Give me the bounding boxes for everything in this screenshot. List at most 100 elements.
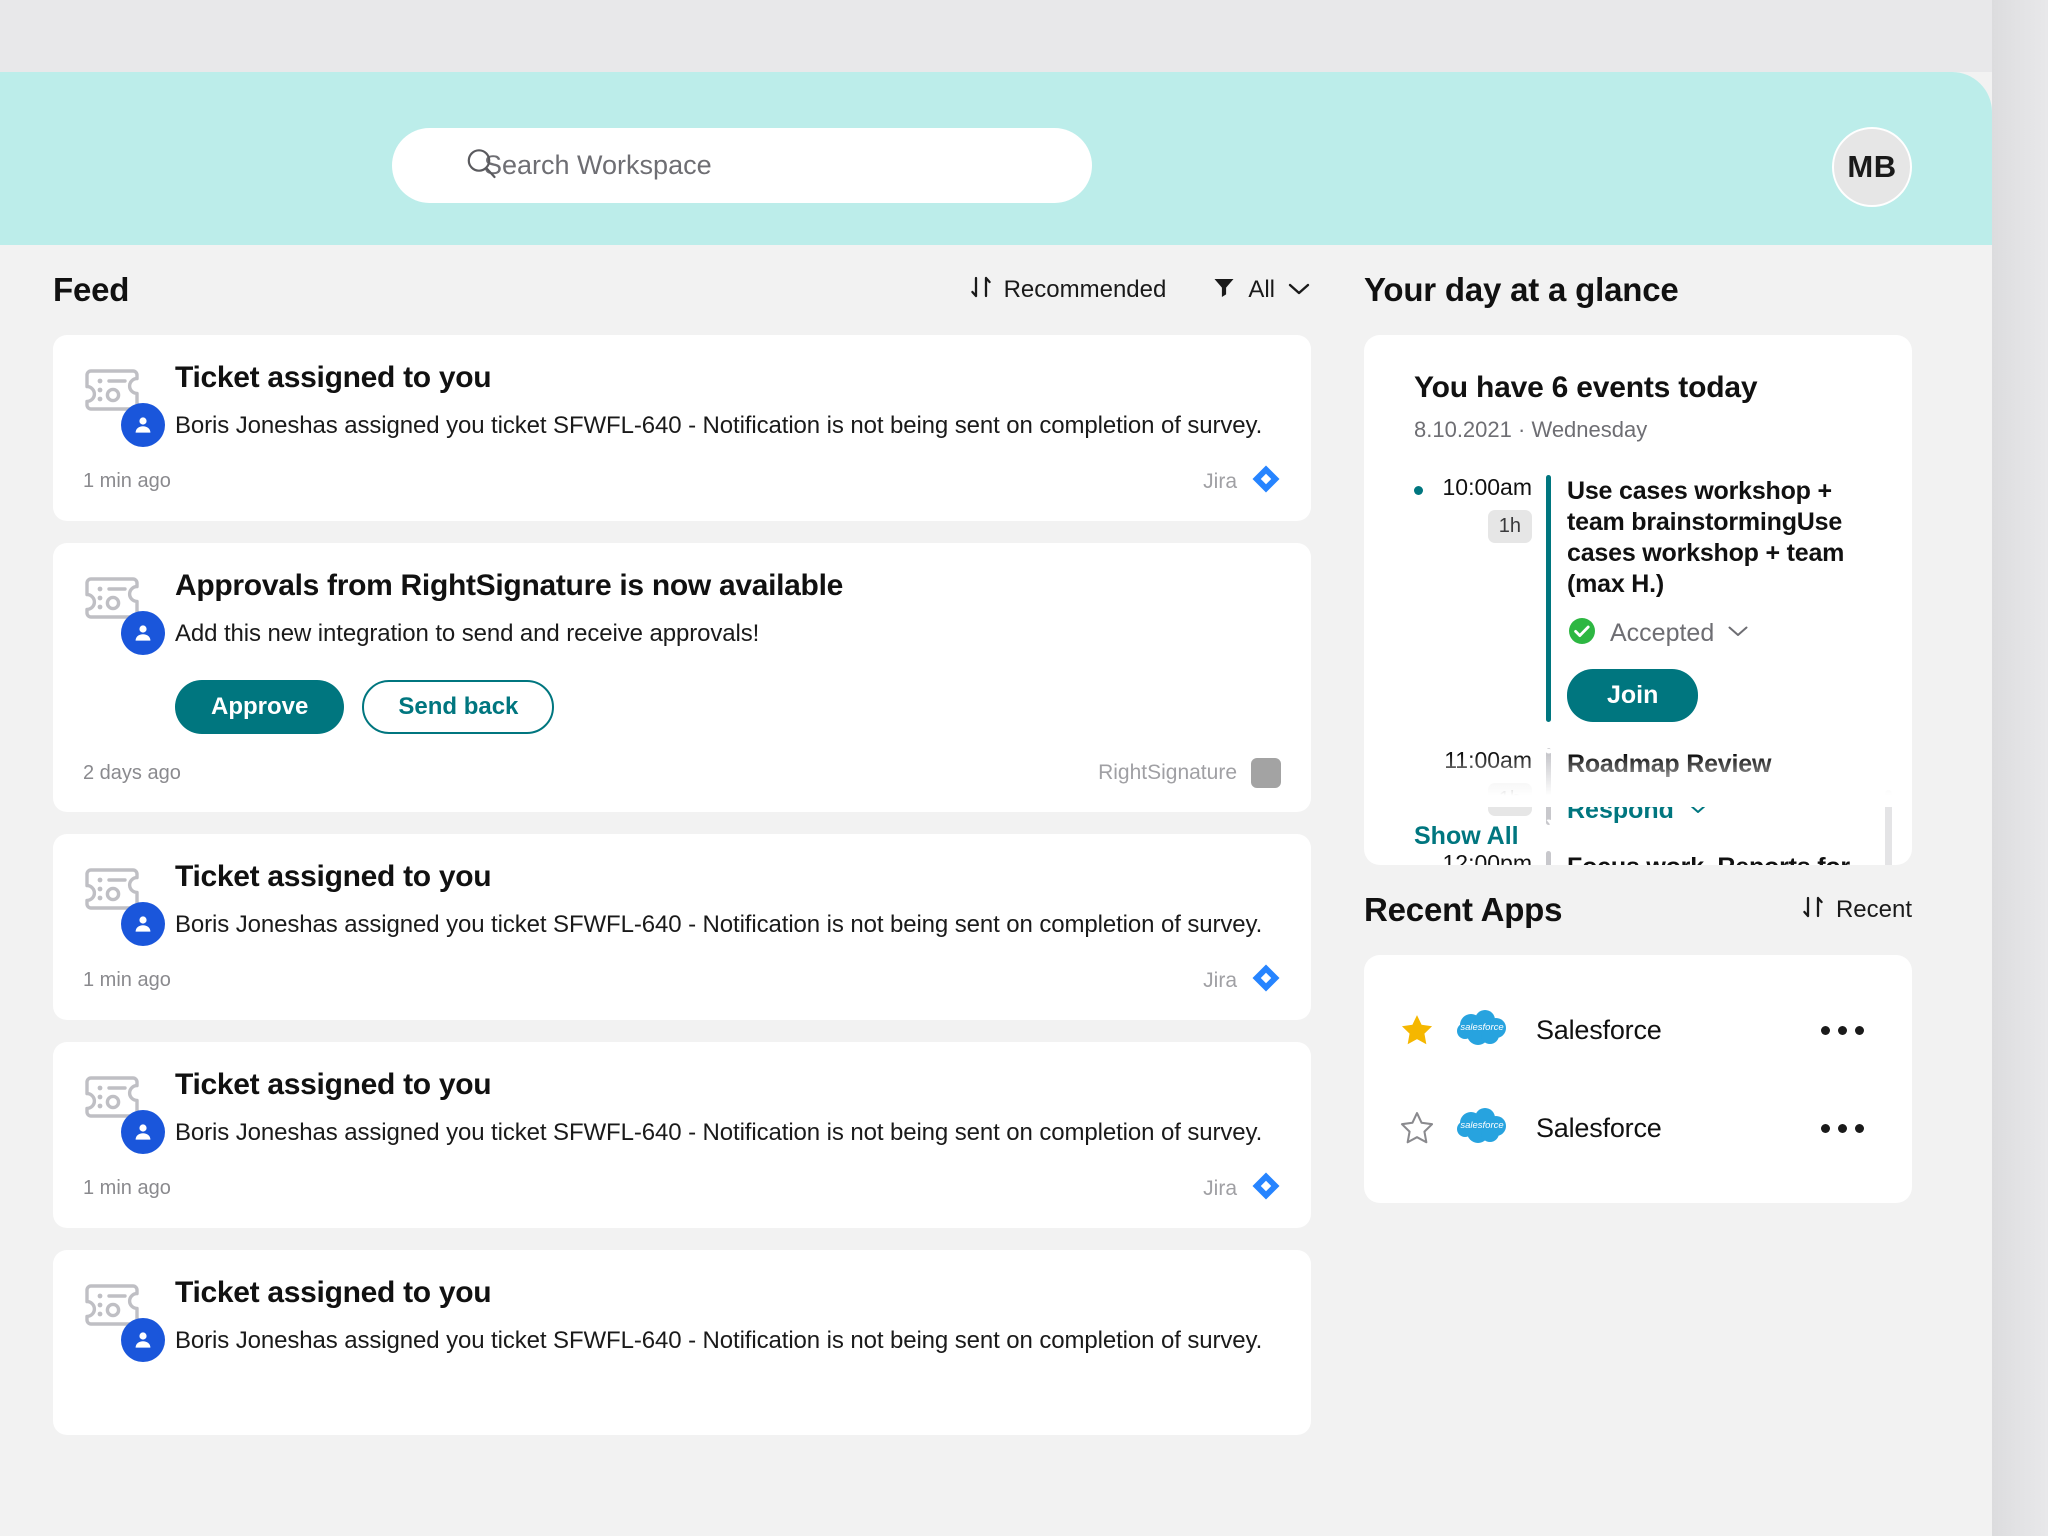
svg-text:salesforce: salesforce (1460, 1022, 1503, 1033)
event-time-block: 10:00am 1h (1414, 474, 1546, 722)
agenda-date: 8.10.2021 (1414, 417, 1512, 442)
current-event-dot-icon (1414, 486, 1423, 495)
feed-card[interactable]: Ticket assigned to you Boris Joneshas as… (53, 1249, 1311, 1436)
feed-sort-control[interactable]: Recommended (970, 275, 1167, 306)
star-filled-icon[interactable] (1398, 1011, 1454, 1049)
glance-header: Your day at a glance (1364, 245, 1912, 335)
event-time-block: 12:00pm 1h (1414, 850, 1546, 865)
join-meeting-button[interactable]: Join (1567, 669, 1699, 722)
app-list-item[interactable]: salesforce Salesforce (1398, 1079, 1878, 1177)
agenda-panel: You have 6 events today 8.10.2021 · Wedn… (1364, 335, 1912, 865)
side-column: Your day at a glance You have 6 events t… (1364, 245, 1912, 1203)
agenda-event-list: 10:00am 1h Use cases workshop + team bra… (1414, 474, 1874, 865)
person-badge-icon (121, 403, 165, 447)
star-outline-icon[interactable] (1398, 1109, 1454, 1147)
event-time-block: 11:00am 1h (1414, 747, 1546, 825)
funnel-icon (1212, 275, 1236, 306)
card-description: Boris Joneshas assigned you ticket SFWFL… (175, 412, 1263, 439)
recent-apps-header: Recent Apps Recent (1364, 865, 1912, 955)
window-top-band (0, 0, 1992, 72)
recent-apps-sort-control[interactable]: Recent (1802, 895, 1912, 926)
card-timestamp: 2 days ago (83, 761, 181, 784)
card-description: Add this new integration to send and rec… (175, 619, 760, 647)
rightsignature-icon (1251, 758, 1281, 789)
event-time: 12:00pm (1442, 850, 1532, 865)
card-actions: Approve Send back (175, 680, 1275, 735)
salesforce-logo: salesforce (1454, 1106, 1510, 1151)
ticket-assigned-icon (83, 860, 175, 947)
agenda-weekday: Wednesday (1531, 417, 1648, 442)
card-description: Boris Joneshas assigned you ticket SFWFL… (175, 1326, 1263, 1354)
jira-icon (1251, 963, 1281, 999)
search-input[interactable] (484, 150, 1044, 181)
event-action-link[interactable]: Respond (1567, 796, 1674, 825)
feed-filter-label: All (1248, 276, 1275, 303)
agenda-scrollbar[interactable] (1885, 790, 1892, 865)
events-headline: You have 6 events today (1414, 371, 1758, 404)
ticket-assigned-icon (83, 1068, 175, 1154)
card-source-label: Jira (1203, 1176, 1237, 1200)
app-name: Salesforce (1536, 1112, 1662, 1143)
check-circle-icon (1567, 616, 1597, 651)
more-horizontal-icon[interactable] (1821, 1123, 1878, 1133)
card-source-label: Jira (1203, 469, 1237, 493)
approve-button[interactable]: Approve (175, 680, 345, 735)
salesforce-logo: salesforce (1454, 1008, 1510, 1053)
agenda-date-separator: · (1518, 417, 1526, 442)
recent-apps-title: Recent Apps (1364, 891, 1563, 928)
feed-card[interactable]: Approvals from RightSignature is now ava… (53, 542, 1311, 813)
feed-card[interactable]: Ticket assigned to you Boris Joneshas as… (53, 1041, 1311, 1228)
feed-filter-control[interactable]: All (1212, 275, 1311, 306)
app-header: MB (0, 72, 1992, 245)
event-name: Use cases workshop + team brainstormingU… (1567, 477, 1845, 598)
glance-title: Your day at a glance (1364, 271, 1679, 308)
card-title: Ticket assigned to you (175, 1275, 492, 1309)
event-name: Focus work. Reports for clients (1567, 852, 1874, 865)
jira-icon (1251, 1171, 1281, 1207)
event-accent-bar (1546, 748, 1551, 825)
card-timestamp: 1 min ago (83, 1177, 171, 1199)
more-horizontal-icon[interactable] (1821, 1025, 1878, 1035)
app-list-item[interactable]: salesforce Salesforce (1398, 981, 1878, 1079)
card-source: Jira (1203, 464, 1281, 500)
workspace-page: MB Feed Recommended A (0, 0, 1992, 1536)
search-bar[interactable] (392, 128, 1092, 203)
sort-arrows-icon (1802, 895, 1824, 926)
card-source: RightSignature (1098, 758, 1281, 789)
avatar-initials: MB (1847, 149, 1897, 184)
show-all-link[interactable]: Show All (1414, 822, 1519, 851)
agenda-event[interactable]: 12:00pm 1h Focus work. Reports for clien… (1414, 850, 1874, 865)
app-name: Salesforce (1536, 1014, 1662, 1045)
agenda-event[interactable]: 10:00am 1h Use cases workshop + team bra… (1414, 474, 1874, 722)
card-source: Jira (1203, 1171, 1281, 1207)
ticket-assigned-icon (83, 361, 175, 447)
card-source-label: RightSignature (1098, 761, 1237, 785)
person-badge-icon (121, 610, 165, 655)
person-badge-icon (121, 1109, 165, 1154)
jira-icon (1251, 464, 1281, 500)
search-icon (464, 145, 500, 186)
page-title: Feed (53, 271, 130, 308)
event-response-control[interactable]: Respond (1567, 796, 1874, 825)
feed-card[interactable]: Ticket assigned to you Boris Joneshas as… (53, 335, 1311, 521)
event-accent-bar (1546, 475, 1551, 722)
send-back-button[interactable]: Send back (362, 680, 555, 735)
card-title: Ticket assigned to you (175, 1067, 492, 1101)
feed-sort-label: Recommended (1003, 276, 1167, 303)
event-duration: 1h (1487, 510, 1532, 544)
event-time: 10:00am (1442, 474, 1532, 500)
person-badge-icon (121, 902, 165, 947)
card-source: Jira (1203, 963, 1281, 999)
card-timestamp: 1 min ago (83, 969, 171, 992)
event-status[interactable]: Accepted (1567, 616, 1874, 651)
feed-header: Feed Recommended All (53, 245, 1311, 335)
agenda-date-row: 8.10.2021 · Wednesday (1414, 417, 1874, 443)
avatar[interactable]: MB (1832, 127, 1912, 207)
card-title: Ticket assigned to you (175, 361, 492, 394)
page-edge-shadow (1992, 0, 2048, 1536)
card-title: Approvals from RightSignature is now ava… (175, 568, 843, 602)
chevron-down-icon (1727, 624, 1749, 643)
card-source-label: Jira (1203, 968, 1237, 992)
feed-card[interactable]: Ticket assigned to you Boris Joneshas as… (53, 834, 1311, 1020)
agenda-event[interactable]: 11:00am 1h Roadmap Review Respond (1414, 747, 1874, 825)
